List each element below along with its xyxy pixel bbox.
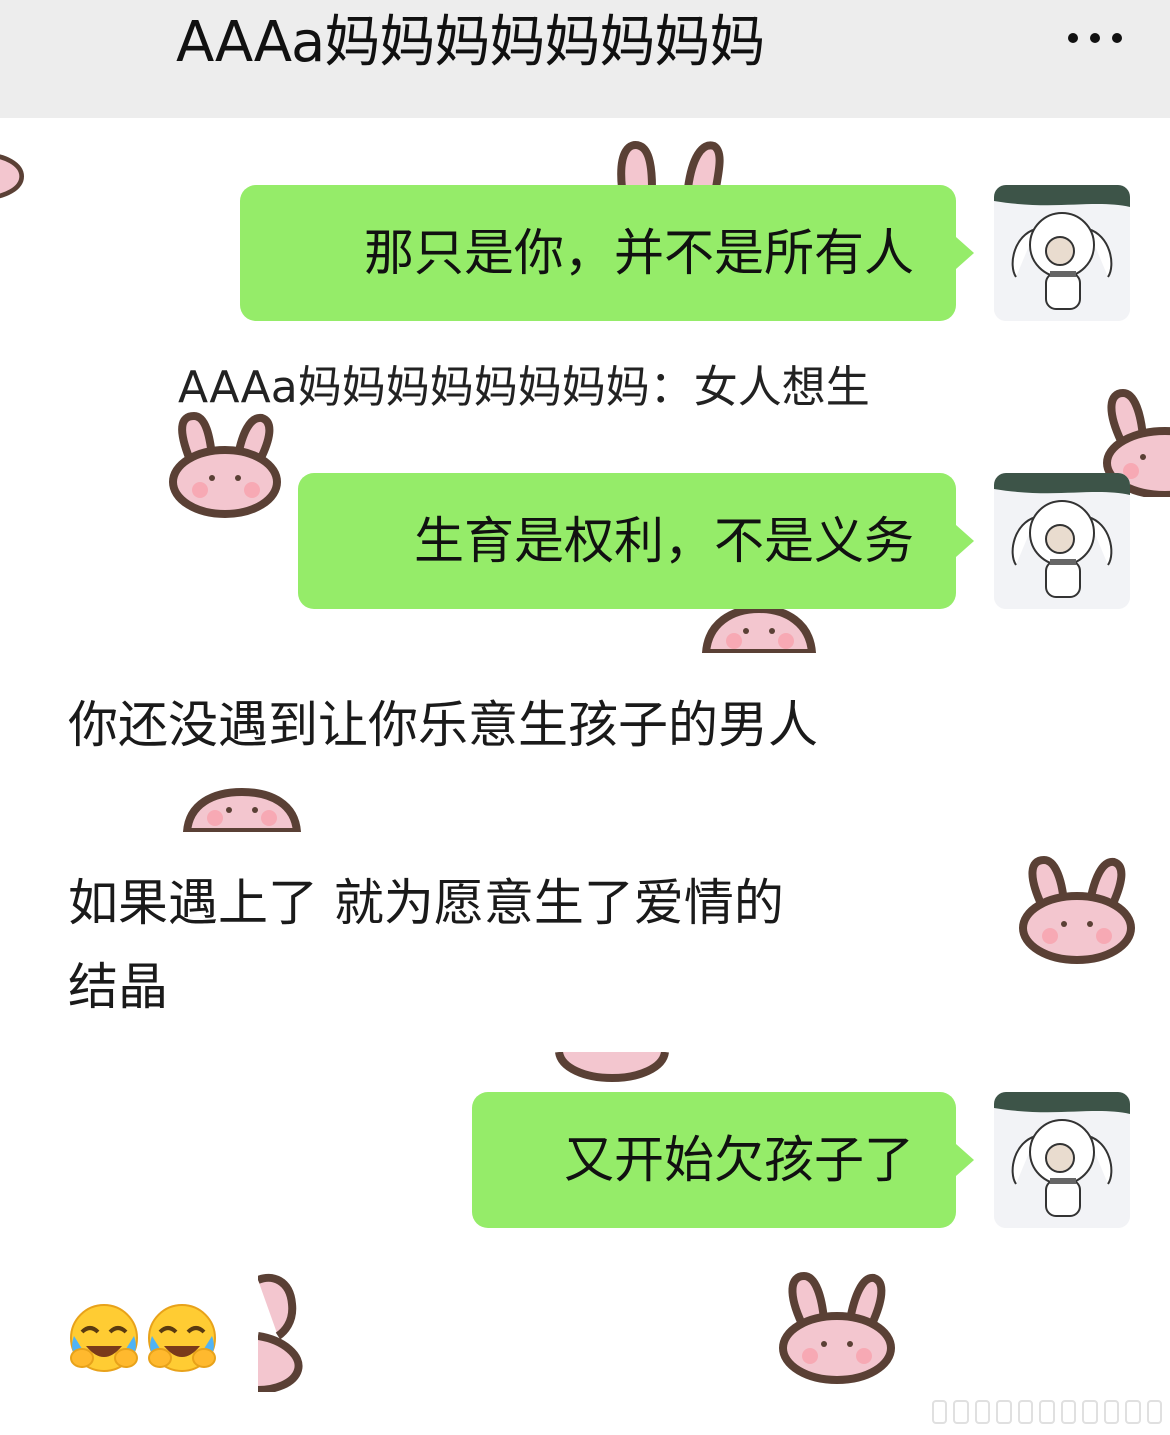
bunny-sticker-icon <box>0 110 25 220</box>
chat-header: AAAa妈妈妈妈妈妈妈妈 <box>0 0 1170 118</box>
message-text: 又开始欠孩子了 <box>564 1131 914 1189</box>
user-avatar[interactable] <box>994 473 1130 609</box>
bunny-sticker-icon <box>168 410 283 518</box>
bunny-sticker-icon <box>610 140 735 188</box>
chat-title: AAAa妈妈妈妈妈妈妈妈 <box>176 10 765 75</box>
emoji-row <box>68 1302 218 1374</box>
message-text: 生育是权利，不是义务 <box>414 512 914 570</box>
watermark-glyphs <box>932 1399 1162 1425</box>
bunny-sticker-icon <box>1018 852 1136 964</box>
bunny-sticker-icon <box>778 1268 896 1384</box>
outgoing-message-bubble[interactable]: 生育是权利，不是义务 <box>298 473 974 609</box>
face-with-tears-of-joy-icon <box>68 1302 140 1374</box>
face-with-tears-of-joy-icon <box>146 1302 218 1374</box>
message-text: 那只是你，并不是所有人 <box>364 224 914 282</box>
outgoing-message-bubble[interactable]: 又开始欠孩子了 <box>472 1092 974 1228</box>
incoming-message-text: 你还没遇到让你乐意生孩子的男人 <box>68 696 818 754</box>
user-avatar[interactable] <box>994 185 1130 321</box>
more-dots-icon[interactable] <box>1042 18 1122 58</box>
incoming-message-text: 如果遇上了 就为愿意生了爱情的 <box>68 874 784 932</box>
incoming-message-text: 结晶 <box>68 958 168 1016</box>
bunny-sticker-icon <box>258 1270 306 1392</box>
bunny-sticker-icon <box>183 788 301 832</box>
outgoing-message-bubble[interactable]: 那只是你，并不是所有人 <box>240 185 974 321</box>
bunny-sticker-icon <box>702 605 817 653</box>
user-avatar[interactable] <box>994 1092 1130 1228</box>
bunny-sticker-icon <box>555 1052 670 1082</box>
quoted-sender-line: AAAa妈妈妈妈妈妈妈妈：女人想生 <box>178 362 870 413</box>
